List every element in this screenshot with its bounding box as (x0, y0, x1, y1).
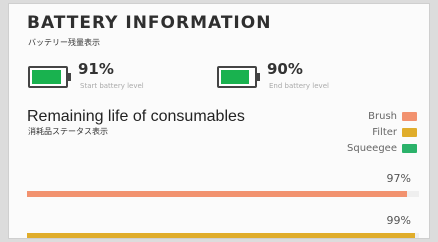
brush-life-fill (27, 191, 408, 197)
legend-item-filter: Filter (372, 127, 417, 138)
battery-icon (28, 66, 71, 88)
filter-life-fill (27, 233, 416, 238)
legend-swatch-filter (402, 128, 417, 137)
legend-label-brush: Brush (368, 111, 397, 122)
brush-life-track (27, 191, 419, 197)
legend-item-brush: Brush (368, 111, 417, 122)
end-battery-value: 90% (267, 60, 303, 78)
legend-item-squeegee: Squeegee (347, 143, 417, 154)
filter-life-track (27, 233, 419, 238)
legend-swatch-brush (402, 112, 417, 121)
brush-life-value: 97% (386, 172, 411, 185)
legend-label-squeegee: Squeegee (347, 143, 397, 154)
end-battery-fill (221, 70, 250, 84)
battery-information-panel: BATTERY INFORMATION バッテリー残量表示 91% Start … (8, 3, 430, 239)
battery-icon (217, 66, 260, 88)
page-subtitle-jp: バッテリー残量表示 (28, 38, 100, 47)
consumables-legend: Brush Filter Squeegee (347, 111, 417, 154)
start-battery-fill (32, 70, 61, 84)
page-title: BATTERY INFORMATION (27, 13, 272, 33)
consumables-title: Remaining life of consumables (27, 108, 245, 125)
legend-label-filter: Filter (372, 127, 397, 138)
consumables-subtitle-jp: 消耗品ステータス表示 (28, 127, 108, 136)
legend-swatch-squeegee (402, 144, 417, 153)
filter-life-value: 99% (386, 214, 411, 227)
start-battery-caption: Start battery level (80, 82, 144, 90)
end-battery-caption: End battery level (269, 82, 329, 90)
start-battery-value: 91% (78, 60, 114, 78)
